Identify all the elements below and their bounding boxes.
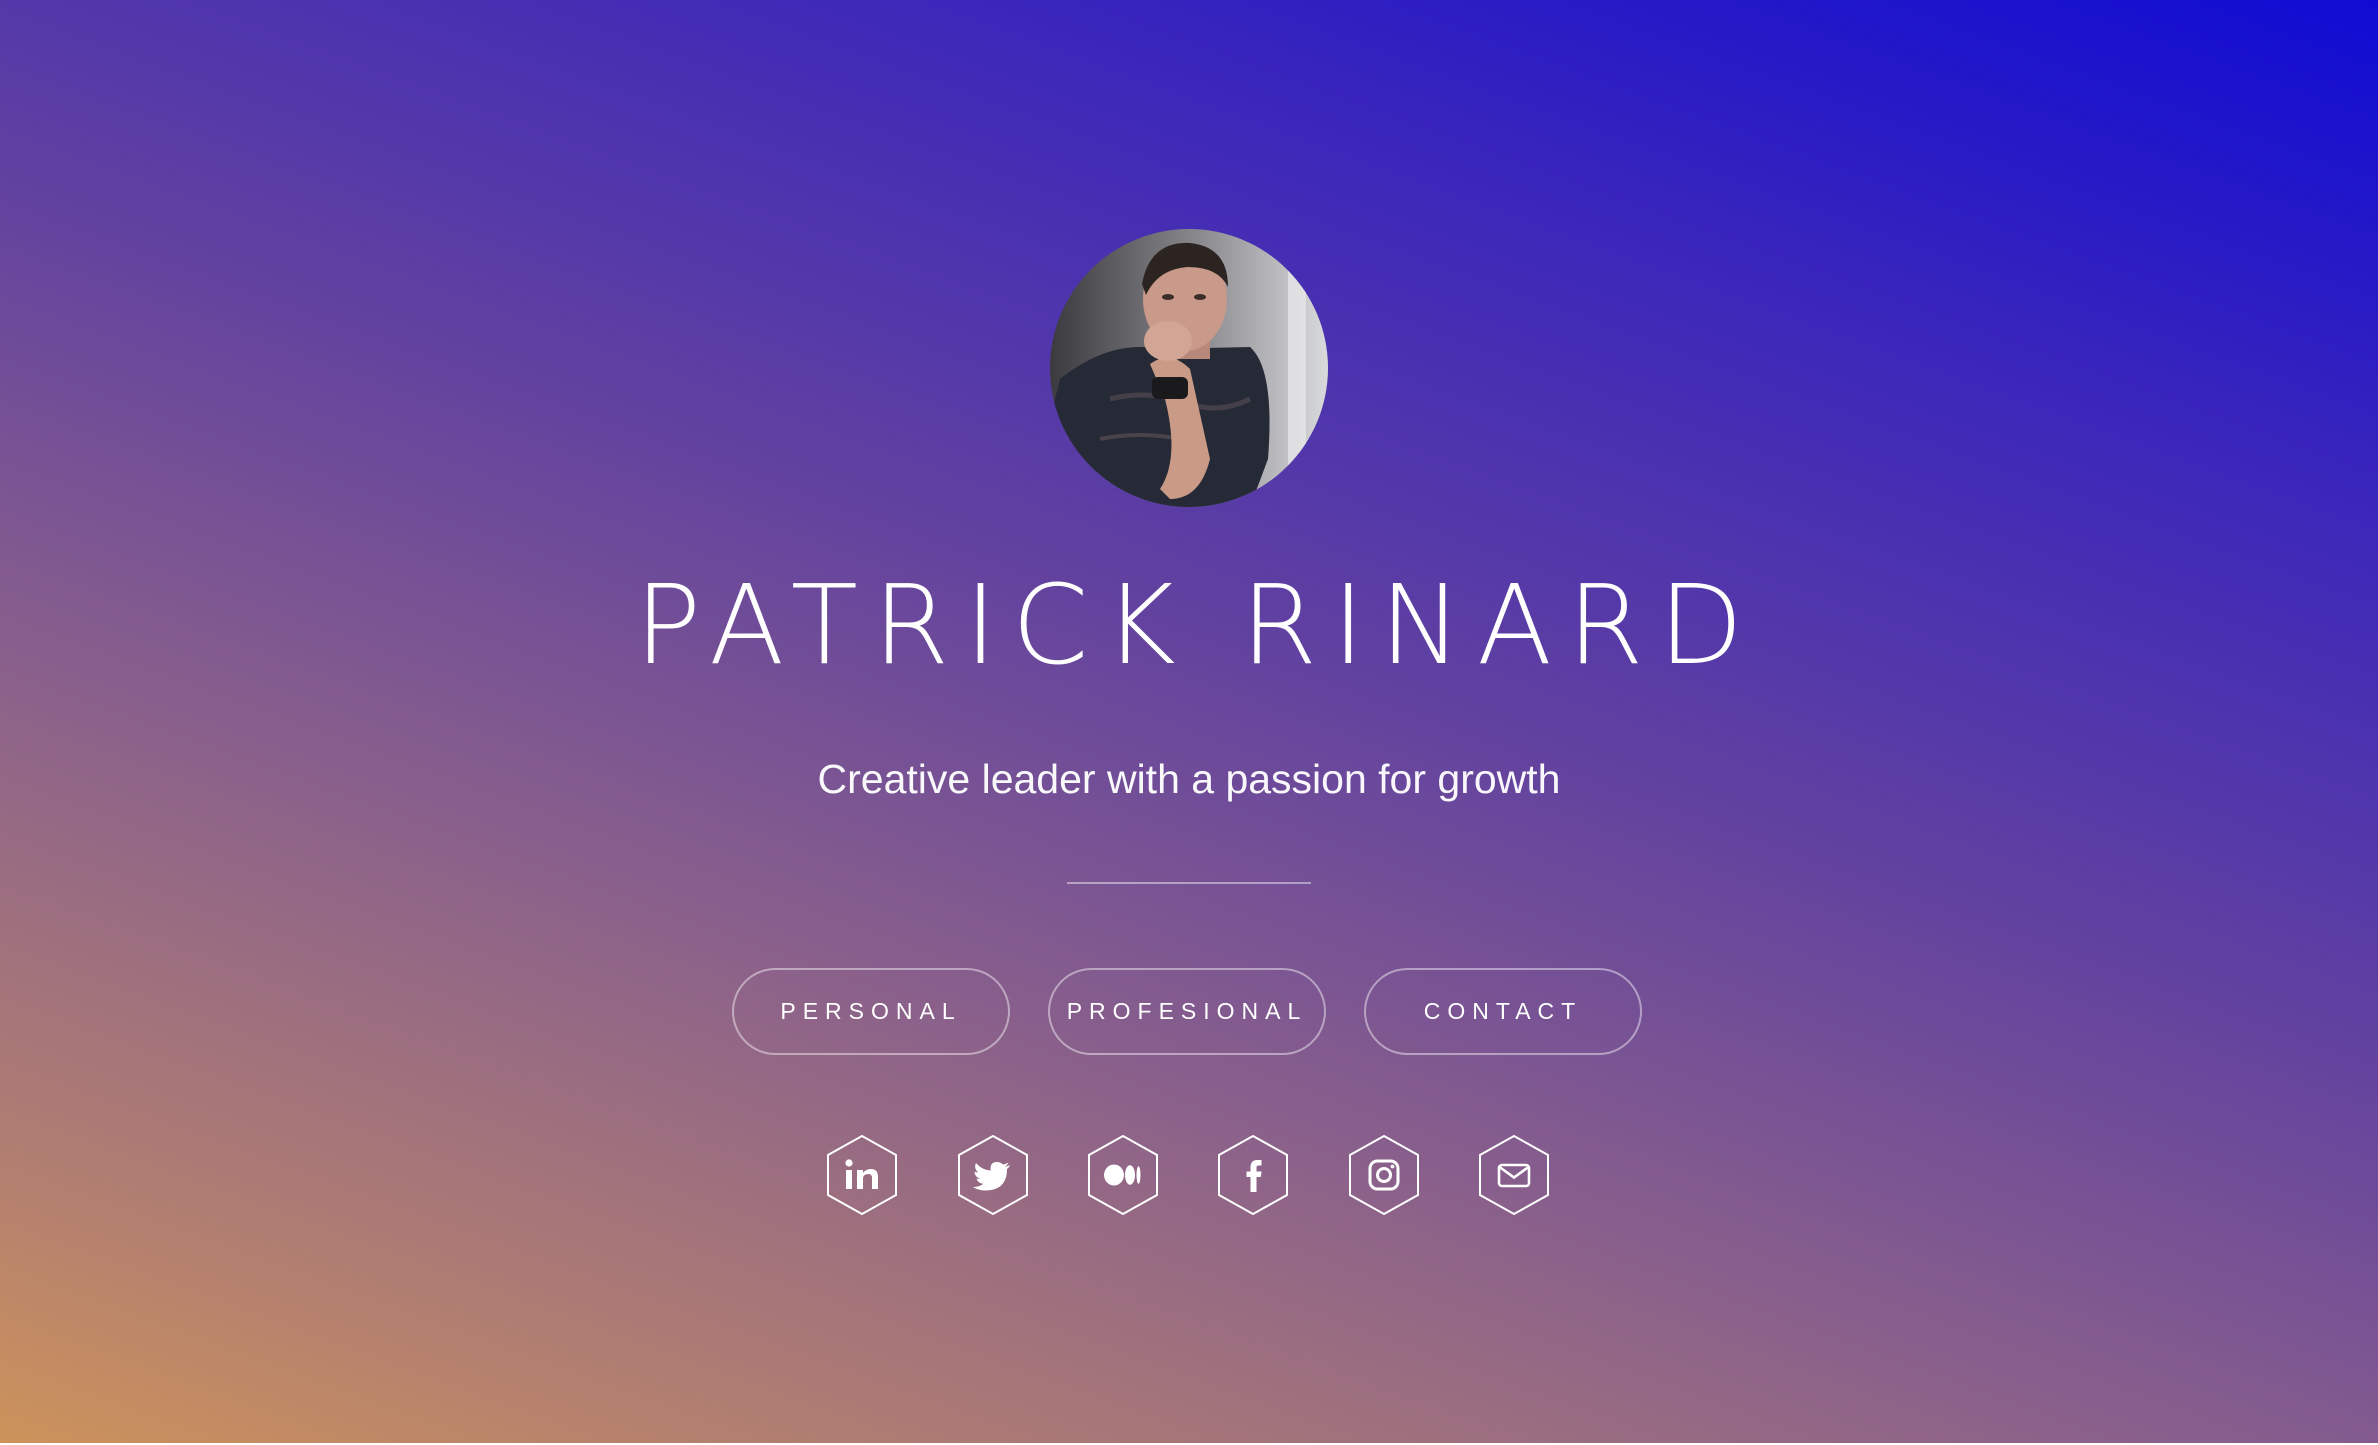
twitter-icon	[958, 1134, 1028, 1216]
linkedin-link[interactable]	[826, 1134, 898, 1216]
facebook-link[interactable]	[1217, 1134, 1289, 1216]
profile-photo	[1050, 229, 1328, 507]
divider	[1067, 882, 1311, 884]
personal-button[interactable]: PERSONAL	[732, 968, 1010, 1055]
social-links	[826, 1134, 1554, 1216]
facebook-icon	[1218, 1134, 1288, 1216]
landing-page: PATRICK RINARD Creative leader with a pa…	[0, 0, 2378, 1445]
medium-link[interactable]	[1087, 1134, 1159, 1216]
twitter-link[interactable]	[957, 1134, 1029, 1216]
email-link[interactable]	[1478, 1134, 1550, 1216]
medium-icon	[1088, 1134, 1158, 1216]
linkedin-icon	[827, 1134, 897, 1216]
contact-button[interactable]: CONTACT	[1364, 968, 1642, 1055]
nav-buttons: PERSONAL PROFESIONAL CONTACT	[732, 968, 1647, 1059]
email-icon	[1479, 1134, 1549, 1216]
avatar	[1050, 229, 1328, 507]
profesional-button[interactable]: PROFESIONAL	[1048, 968, 1326, 1055]
page-title: PATRICK RINARD	[634, 561, 1759, 689]
tagline: Creative leader with a passion for growt…	[817, 756, 1561, 802]
instagram-link[interactable]	[1348, 1134, 1420, 1216]
instagram-icon	[1349, 1134, 1419, 1216]
